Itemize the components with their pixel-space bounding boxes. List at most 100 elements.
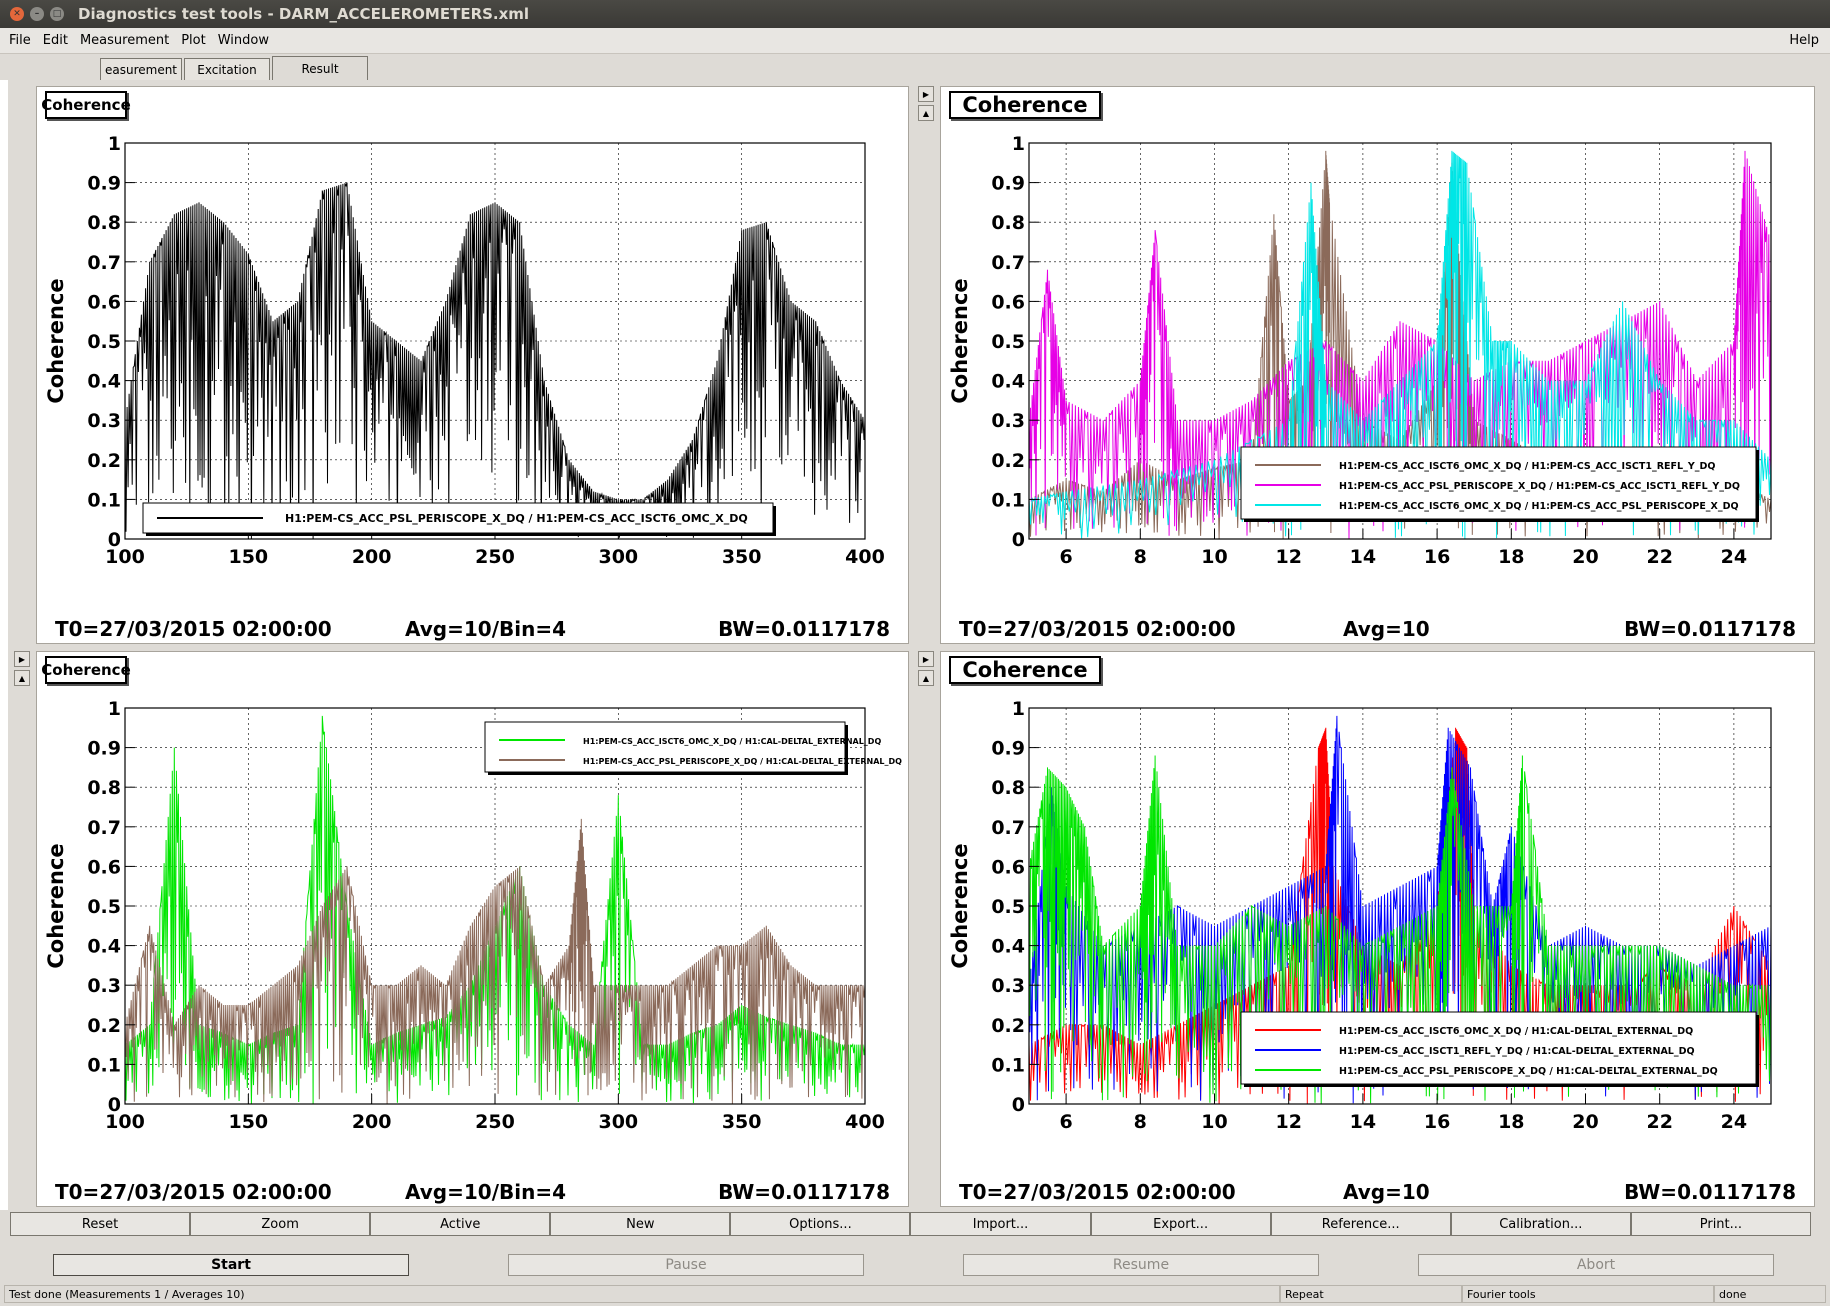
panel-prev-arrow-icon[interactable]: ▲	[918, 105, 934, 121]
x-tick-label: 150	[228, 1111, 268, 1133]
maximize-window-icon[interactable]: □	[50, 7, 64, 21]
print-button[interactable]: Print...	[1630, 1212, 1811, 1236]
tab-excitation[interactable]: Excitation	[184, 58, 270, 80]
calibration-button[interactable]: Calibration...	[1450, 1212, 1631, 1236]
y-tick-label: 0.2	[87, 450, 121, 472]
pause-button[interactable]: Pause	[508, 1254, 864, 1276]
chart-bottom-right[interactable]: 6 8 10 12 14 16 18 20 22 24 0 0.1 0.2 0.3 0.4 0.5 0.6 0.7…	[941, 652, 1816, 1142]
x-tick-label: 16	[1424, 1111, 1450, 1133]
y-tick-label: 0.4	[991, 936, 1025, 958]
menu-file[interactable]: File	[9, 33, 31, 48]
legend-label: H1:PEM-CS_ACC_ISCT6_OMC_X_DQ / H1:CAL-DE…	[1339, 1026, 1693, 1037]
menu-window[interactable]: Window	[218, 33, 269, 48]
reference-button[interactable]: Reference...	[1270, 1212, 1451, 1236]
import-button[interactable]: Import...	[910, 1212, 1091, 1236]
y-tick-label: 0.9	[991, 738, 1025, 760]
y-tick-label: 0.3	[87, 410, 121, 432]
y-tick-label: 0.6	[991, 856, 1025, 878]
panel-next-arrow-icon[interactable]: ▶	[14, 651, 30, 667]
panel-next-arrow-icon[interactable]: ▶	[918, 86, 934, 102]
tab-measurement[interactable]: easurement	[100, 58, 182, 80]
close-window-icon[interactable]: ✕	[10, 7, 24, 21]
legend-label: H1:PEM-CS_ACC_PSL_PERISCOPE_X_DQ / H1:PE…	[1339, 481, 1740, 492]
panel-avg: Avg=10	[1343, 1180, 1430, 1204]
y-tick-label: 0.3	[991, 975, 1025, 997]
menu-measurement[interactable]: Measurement	[80, 33, 169, 48]
y-tick-label: 1	[1012, 133, 1025, 155]
y-axis-label: Coherence	[44, 843, 68, 968]
panel-t0: T0=27/03/2015 02:00:00	[55, 1180, 332, 1204]
menu-plot[interactable]: Plot	[181, 33, 206, 48]
x-tick-label: 200	[352, 1111, 392, 1133]
menu-help[interactable]: Help	[1789, 33, 1819, 48]
x-tick-label: 20	[1572, 546, 1598, 568]
y-tick-label: 0.8	[991, 212, 1025, 234]
panel-prev-arrow-icon[interactable]: ▲	[14, 670, 30, 686]
y-tick-label: 0.8	[87, 777, 121, 799]
panel-next-arrow-icon[interactable]: ▶	[918, 651, 934, 667]
y-tick-label: 0.6	[991, 291, 1025, 313]
y-tick-label: 0	[1012, 529, 1025, 551]
panel-avg: Avg=10	[1343, 617, 1430, 641]
y-tick-label: 0.8	[991, 777, 1025, 799]
panel-prev-arrow-icon[interactable]: ▲	[918, 670, 934, 686]
plot-panel-top-left[interactable]: Coherence 100 150 200 250 300 350 400 0 0.1 0.2 0.…	[36, 86, 909, 644]
y-tick-label: 0.9	[991, 173, 1025, 195]
panel-avg: Avg=10/Bin=4	[405, 1180, 567, 1204]
y-tick-label: 0.2	[991, 1015, 1025, 1037]
y-tick-label: 0.5	[991, 896, 1025, 918]
abort-button[interactable]: Abort	[1418, 1254, 1774, 1276]
new-button[interactable]: New	[550, 1212, 731, 1236]
y-tick-label: 0.7	[991, 817, 1025, 839]
x-tick-label: 200	[352, 546, 392, 568]
x-tick-label: 250	[475, 1111, 515, 1133]
legend-label: H1:PEM-CS_ACC_PSL_PERISCOPE_X_DQ / H1:PE…	[285, 512, 748, 525]
y-tick-label: 0.1	[991, 489, 1025, 511]
x-tick-label: 400	[845, 546, 885, 568]
zoom-button[interactable]: Zoom	[190, 1212, 371, 1236]
start-button[interactable]: Start	[53, 1254, 409, 1276]
x-tick-label: 12	[1275, 1111, 1301, 1133]
chart-top-left[interactable]: 100 150 200 250 300 350 40000.10.20.30.40.50.6…	[37, 87, 910, 577]
panel-bw: BW=0.0117178	[718, 1180, 890, 1204]
x-tick-label: 300	[598, 1111, 638, 1133]
x-tick-label: 16	[1424, 546, 1450, 568]
y-tick-label: 0.4	[991, 371, 1025, 393]
x-tick-label: 350	[722, 546, 762, 568]
resume-button[interactable]: Resume	[963, 1254, 1319, 1276]
x-tick-label: 6	[1059, 1111, 1072, 1133]
y-tick-label: 0.2	[991, 450, 1025, 472]
x-tick-label: 300	[598, 546, 638, 568]
x-tick-label: 18	[1498, 1111, 1524, 1133]
x-tick-label: 8	[1134, 1111, 1147, 1133]
panel-t0: T0=27/03/2015 02:00:00	[959, 617, 1236, 641]
plot-panel-bottom-left[interactable]: Coherence 100 150 200 250 300 350 400 0 0.1 0.2 0.…	[36, 651, 909, 1207]
y-tick-label: 0.6	[87, 291, 121, 313]
menu-edit[interactable]: Edit	[43, 33, 68, 48]
y-tick-label: 1	[108, 133, 121, 155]
minimize-window-icon[interactable]: –	[30, 7, 44, 21]
plot-panel-bottom-right[interactable]: Coherence 6 8 10 12 14 16 18 20 22 24 0 0.1 0.2 0.3 0.…	[940, 651, 1815, 1207]
x-tick-label: 22	[1646, 1111, 1672, 1133]
menu-bar: File Edit Measurement Plot Window Help	[0, 28, 1830, 54]
y-tick-label: 0.5	[991, 331, 1025, 353]
x-tick-label: 10	[1201, 546, 1227, 568]
y-tick-label: 0.9	[87, 738, 121, 760]
y-tick-label: 1	[108, 698, 121, 720]
title-bar: ✕ – □ Diagnostics test tools - DARM_ACCE…	[0, 0, 1830, 28]
chart-top-right[interactable]: 6 8 10 12 14 16 18 20 22 24 0 0.1 0.2 0.3 0.4 0.5 0.6 0.7…	[941, 87, 1816, 577]
reset-button[interactable]: Reset	[10, 1212, 191, 1236]
x-tick-label: 400	[845, 1111, 885, 1133]
y-tick-label: 0.1	[991, 1054, 1025, 1076]
x-tick-label: 8	[1134, 546, 1147, 568]
active-button[interactable]: Active	[370, 1212, 551, 1236]
export-button[interactable]: Export...	[1090, 1212, 1271, 1236]
y-axis-label: Coherence	[948, 278, 972, 403]
x-tick-label: 22	[1646, 546, 1672, 568]
y-tick-label: 0	[108, 529, 121, 551]
tab-result[interactable]: Result	[272, 56, 368, 80]
y-tick-label: 0	[108, 1094, 121, 1116]
plot-panel-top-right[interactable]: Coherence 6 8 10 12 14 16 18 20 22 24 0 0.1 0.2 0.3 0.…	[940, 86, 1815, 644]
options-button[interactable]: Options...	[730, 1212, 911, 1236]
chart-bottom-left[interactable]: 100 150 200 250 300 350 40000.10.20.30.40.50.6…	[37, 652, 910, 1142]
